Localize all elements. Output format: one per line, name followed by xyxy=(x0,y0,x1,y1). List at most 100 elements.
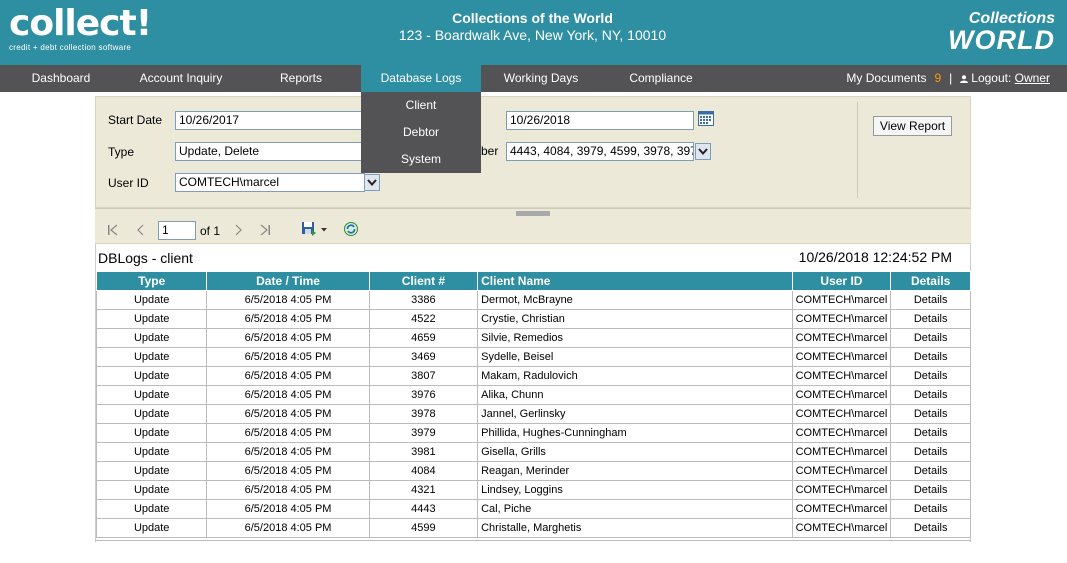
table-body: Update 6/5/2018 4:05 PM 3386 Dermot, McBray… xyxy=(95,290,971,538)
nav-compliance[interactable]: Compliance xyxy=(617,65,705,92)
database-logs-menu: Client Debtor System xyxy=(361,92,481,173)
documents-count-badge: 9 xyxy=(934,71,942,85)
details-link[interactable]: Details xyxy=(890,328,971,348)
details-link[interactable]: Details xyxy=(890,480,971,500)
client-number-dropdown-button[interactable] xyxy=(695,143,711,160)
cell-client-name: Crystie, Christian xyxy=(477,309,793,329)
details-link[interactable]: Details xyxy=(890,404,971,424)
first-page-icon[interactable] xyxy=(107,224,119,236)
cell-client-number: 3981 xyxy=(368,442,479,462)
user-id-select[interactable]: COMTECH\marcel xyxy=(175,173,365,192)
my-documents-link[interactable]: My Documents xyxy=(846,71,926,85)
nav-working-days[interactable]: Working Days xyxy=(492,65,590,92)
cell-type: Update xyxy=(95,442,208,462)
menu-item-debtor[interactable]: Debtor xyxy=(361,119,481,146)
nav-database-logs[interactable]: Database Logs xyxy=(361,65,481,92)
nav-account-inquiry[interactable]: Account Inquiry xyxy=(126,65,236,92)
cell-user-id: COMTECH\marcel xyxy=(791,290,892,310)
start-date-input[interactable]: 10/26/2017 xyxy=(175,111,365,130)
end-date-input[interactable]: 10/26/2018 xyxy=(506,111,694,130)
details-link[interactable]: Details xyxy=(890,366,971,386)
cell-client-number: 3976 xyxy=(368,385,479,405)
table-row: Update 6/5/2018 4:05 PM 4443 Cal, Piche COMT… xyxy=(95,499,971,519)
cell-datetime: 6/5/2018 4:05 PM xyxy=(206,404,370,424)
type-select[interactable]: Update, Delete xyxy=(175,142,365,161)
view-report-button[interactable]: View Report xyxy=(873,116,952,136)
params-divider xyxy=(857,102,858,198)
details-link[interactable]: Details xyxy=(890,442,971,462)
nav-reports[interactable]: Reports xyxy=(262,65,340,92)
cell-client-number: 4522 xyxy=(368,309,479,329)
table-row: Update 6/5/2018 4:05 PM 3807 Makam, Radulov… xyxy=(95,366,971,386)
cell-user-id: COMTECH\marcel xyxy=(791,499,892,519)
details-link[interactable]: Details xyxy=(890,290,971,310)
cell-type: Update xyxy=(95,423,208,443)
menu-item-system[interactable]: System xyxy=(361,146,481,173)
calendar-icon[interactable] xyxy=(698,110,714,126)
chevron-down-icon xyxy=(367,179,377,187)
cell-client-number: 4659 xyxy=(368,328,479,348)
client-number-select[interactable]: 4443, 4084, 3979, 4599, 3978, 3976 xyxy=(506,142,694,161)
details-link[interactable]: Details xyxy=(890,423,971,443)
page-count: of 1 xyxy=(200,224,221,238)
cell-user-id: COMTECH\marcel xyxy=(791,480,892,500)
menu-item-client[interactable]: Client xyxy=(361,92,481,119)
collapse-handle[interactable] xyxy=(516,211,550,221)
next-page-icon[interactable] xyxy=(232,224,244,236)
nav-separator: | xyxy=(949,71,953,85)
cell-type: Update xyxy=(95,499,208,519)
cell-datetime: 6/5/2018 4:05 PM xyxy=(206,309,370,329)
logo-tagline: credit + debt collection software xyxy=(9,43,132,52)
nav-dashboard[interactable]: Dashboard xyxy=(13,65,109,92)
company-name: Collections of the World xyxy=(452,10,613,26)
brand-logo: Collections WORLD xyxy=(935,10,1055,54)
details-link[interactable]: Details xyxy=(890,309,971,329)
table-row: Update 6/5/2018 4:05 PM 3469 Sydelle, Beise… xyxy=(95,347,971,367)
table-row: Update 6/5/2018 4:05 PM 3979 Phillida, Hugh… xyxy=(95,423,971,443)
cell-type: Update xyxy=(95,480,208,500)
cell-client-name: Silvie, Remedios xyxy=(477,328,793,348)
col-details-header: Details xyxy=(890,271,971,291)
user-id-dropdown-button[interactable] xyxy=(364,174,380,191)
cell-user-id: COMTECH\marcel xyxy=(791,309,892,329)
cell-user-id: COMTECH\marcel xyxy=(791,442,892,462)
page-number-input[interactable]: 1 xyxy=(158,221,196,240)
details-link[interactable]: Details xyxy=(890,461,971,481)
cell-datetime: 6/5/2018 4:05 PM xyxy=(206,480,370,500)
details-link[interactable]: Details xyxy=(890,499,971,519)
cell-datetime: 6/5/2018 4:05 PM xyxy=(206,499,370,519)
cell-datetime: 6/5/2018 4:05 PM xyxy=(206,442,370,462)
cell-client-name: Sydelle, Beisel xyxy=(477,347,793,367)
table-row: Update 6/5/2018 4:05 PM 3386 Dermot, McBray… xyxy=(95,290,971,310)
export-dropdown-icon[interactable] xyxy=(320,227,328,233)
table-row: Update 6/5/2018 4:05 PM 4321 Lindsey, Loggi… xyxy=(95,480,971,500)
parameters-splitter[interactable] xyxy=(95,208,971,221)
cell-client-name: Dermot, McBrayne xyxy=(477,290,793,310)
cell-client-number: 3469 xyxy=(368,347,479,367)
cell-datetime: 6/5/2018 4:05 PM xyxy=(206,347,370,367)
cell-user-id: COMTECH\marcel xyxy=(791,366,892,386)
logout-user-link[interactable]: Owner xyxy=(1015,71,1050,85)
cell-datetime: 6/5/2018 4:05 PM xyxy=(206,366,370,386)
table-row: Update 6/5/2018 4:05 PM 3976 Alika, Chunn CO… xyxy=(95,385,971,405)
details-link[interactable]: Details xyxy=(890,385,971,405)
previous-page-icon[interactable] xyxy=(135,224,147,236)
cell-client-name: Jannel, Gerlinsky xyxy=(477,404,793,424)
collect-logo[interactable]: collect! credit + debt collection softwa… xyxy=(9,6,152,53)
table-row: Update 6/5/2018 4:05 PM 3981 Gisella, Grill… xyxy=(95,442,971,462)
col-datetime-header: Date / Time xyxy=(206,271,370,291)
details-link[interactable]: Details xyxy=(890,518,971,538)
report-title: DBLogs - client xyxy=(98,250,193,266)
report-parameters: Start Date 10/26/2017 ber 10/26/2018 Typ… xyxy=(95,96,971,208)
cell-client-number: 4084 xyxy=(368,461,479,481)
cell-type: Update xyxy=(95,518,208,538)
cell-client-number: 3807 xyxy=(368,366,479,386)
cell-client-number: 4443 xyxy=(368,499,479,519)
last-page-icon[interactable] xyxy=(259,224,271,236)
export-save-icon[interactable] xyxy=(301,221,317,237)
refresh-icon[interactable] xyxy=(343,221,359,237)
nav-user-area: My Documents 9 | Logout: Owner xyxy=(846,65,1050,92)
cell-client-name: Gisella, Grills xyxy=(477,442,793,462)
details-link[interactable]: Details xyxy=(890,347,971,367)
cell-client-number: 4321 xyxy=(368,480,479,500)
